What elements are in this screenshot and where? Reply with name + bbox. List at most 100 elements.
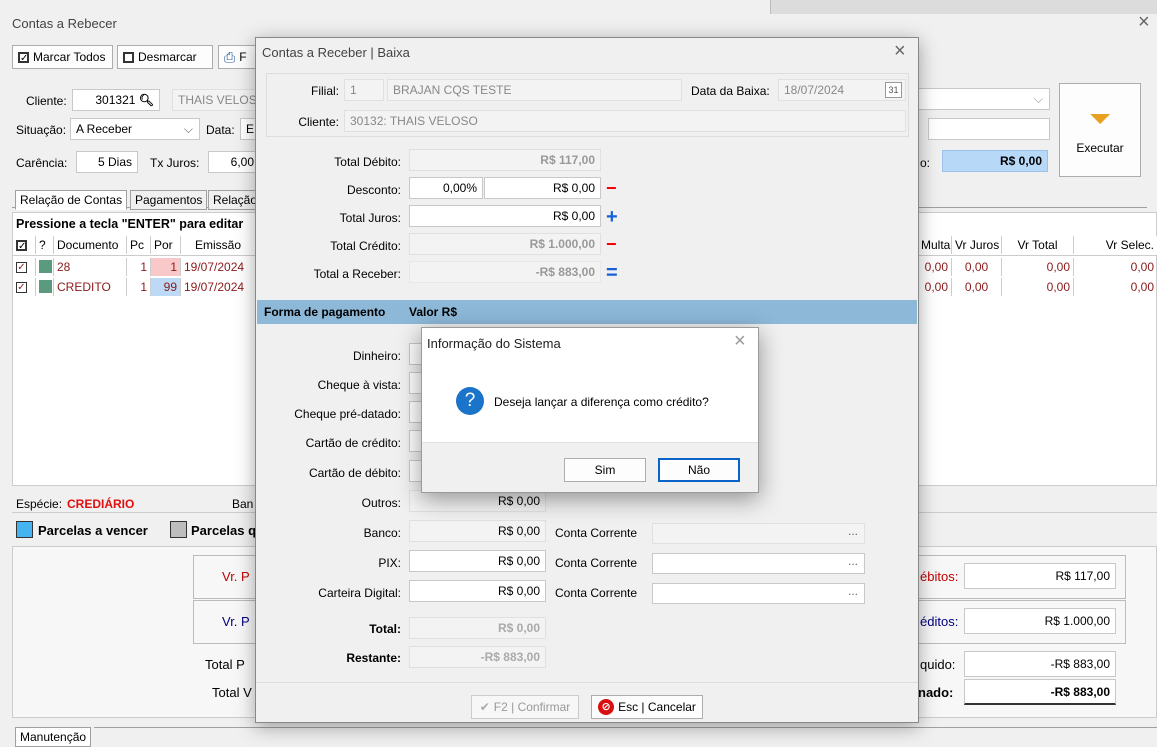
cliente-code-input[interactable]: 301321 🔍︎ xyxy=(72,89,160,111)
txjuros-input[interactable]: 6,00 xyxy=(208,151,260,173)
no-button[interactable]: Não xyxy=(658,458,740,482)
pix-input[interactable]: R$ 0,00 xyxy=(409,550,546,572)
summary-right-label-1: ébitos: xyxy=(920,569,959,584)
legend-q-label: Parcelas q xyxy=(191,523,257,538)
cartao-debito-label: Cartão de débito: xyxy=(308,466,401,480)
legend-vencer-swatch xyxy=(16,521,33,538)
pix-cc-label: Conta Corrente xyxy=(555,556,638,570)
header-vr-juros[interactable]: Vr Juros xyxy=(952,236,1002,254)
info-message: Deseja lançar a diferença como crédito? xyxy=(494,395,709,409)
cliente-label: Cliente: xyxy=(298,115,339,129)
main-close-icon[interactable]: × xyxy=(1138,11,1150,34)
mark-all-button[interactable]: ✓ Marcar Todos xyxy=(12,45,113,69)
total-creditos-field: R$ 1.000,00 xyxy=(964,608,1116,634)
row-pc: 1 xyxy=(127,258,151,276)
tab-pagamentos[interactable]: Pagamentos xyxy=(130,190,208,210)
tab-relacao[interactable]: Relação xyxy=(208,190,263,210)
total-receber-field: -R$ 883,00 xyxy=(409,261,601,283)
banco-cc-label: Conta Corrente xyxy=(555,526,638,540)
outros-label: Outros: xyxy=(361,496,401,510)
header-por[interactable]: Por xyxy=(151,236,181,254)
checkbox-checked-icon: ✓ xyxy=(16,262,27,274)
restante-field: -R$ 883,00 xyxy=(409,646,546,668)
cliente-label: Cliente: xyxy=(26,94,67,108)
cancel-button[interactable]: ⊘ Esc | Cancelar xyxy=(591,695,703,719)
table-row-right[interactable]: 0,00 0,00 0,00 0,00 xyxy=(918,278,1157,296)
mark-all-label: Marcar Todos xyxy=(33,50,106,64)
enter-hint: Pressione a tecla "ENTER" para editar xyxy=(16,217,244,231)
header-multa[interactable]: Multa xyxy=(918,236,952,254)
total-liquido-field: -R$ 883,00 xyxy=(964,651,1116,677)
print-button[interactable]: ⎙ F xyxy=(218,45,258,69)
header-vr-selec[interactable]: Vr Selec. xyxy=(1074,236,1157,254)
situacao-label: Situação: xyxy=(16,123,67,137)
right-total-value: R$ 0,00 xyxy=(942,150,1048,172)
search-icon[interactable]: 🔍︎ xyxy=(139,93,154,107)
row-total: 0,00 xyxy=(1002,278,1074,296)
confirm-button[interactable]: ✔ F2 | Confirmar xyxy=(471,695,579,719)
header-vr-total[interactable]: Vr Total xyxy=(1002,236,1074,254)
row-juros: 0,00 xyxy=(952,258,1002,276)
header-pc[interactable]: Pc xyxy=(127,236,151,254)
ellipsis-icon[interactable]: ... xyxy=(848,584,858,601)
desconto-value-input[interactable]: R$ 0,00 xyxy=(484,177,601,199)
restante-label: Restante: xyxy=(346,651,401,665)
row-status xyxy=(36,258,54,276)
cancel-icon: ⊘ xyxy=(598,699,615,715)
executar-label: Executar xyxy=(1076,141,1124,155)
yes-button[interactable]: Sim xyxy=(564,458,646,482)
calendar-icon[interactable]: 31 xyxy=(885,82,902,98)
row-checkbox[interactable]: ✓ xyxy=(13,258,36,276)
tab-manutencao[interactable]: Manutenção xyxy=(15,727,92,747)
printer-icon: ⎙ xyxy=(224,48,236,65)
table-row[interactable]: ✓ 28 1 1 19/07/2024 xyxy=(13,258,256,276)
checkbox-checked-icon: ✓ xyxy=(16,282,27,294)
pix-cc-field[interactable]: ... xyxy=(652,553,865,574)
baixa-close-icon[interactable]: × xyxy=(894,40,906,63)
summary-left-4: Total V xyxy=(212,685,252,700)
data-baixa-value: 18/07/2024 xyxy=(784,83,845,97)
right-select[interactable]: ⌵ xyxy=(918,88,1050,110)
header-check-all[interactable]: ✓ xyxy=(13,236,36,254)
carencia-input[interactable]: 5 Dias xyxy=(76,151,138,173)
banco-field: R$ 0,00 xyxy=(409,520,546,542)
cliente-field: 30132: THAIS VELOSO xyxy=(344,110,906,132)
print-label: F xyxy=(239,50,247,64)
unmark-button[interactable]: Desmarcar xyxy=(117,45,213,69)
right-input[interactable] xyxy=(928,118,1050,140)
pix-label: PIX: xyxy=(378,556,401,570)
main-title: Contas a Rebecer xyxy=(12,16,117,31)
data-label: Data: xyxy=(206,123,235,137)
row-checkbox[interactable]: ✓ xyxy=(13,278,36,296)
ellipsis-icon[interactable]: ... xyxy=(848,524,858,541)
situacao-select[interactable]: A Receber ⌵ xyxy=(70,118,200,140)
total-credito-label: Total Crédito: xyxy=(330,239,401,253)
checkbox-checked-icon: ✓ xyxy=(18,51,29,64)
header-question: ? xyxy=(36,236,54,254)
row-pc: 1 xyxy=(127,278,151,296)
row-multa: 0,00 xyxy=(918,258,952,276)
table-row[interactable]: ✓ CREDITO 1 99 19/07/2024 xyxy=(13,278,256,296)
carteira-cc-field[interactable]: ... xyxy=(652,583,865,604)
carteira-digital-input[interactable]: R$ 0,00 xyxy=(409,580,546,602)
info-close-icon[interactable]: × xyxy=(734,330,746,353)
total-debito-label: Total Débito: xyxy=(334,155,401,169)
ellipsis-icon[interactable]: ... xyxy=(848,554,858,571)
total-juros-input[interactable]: R$ 0,00 xyxy=(409,205,601,227)
banco-cc-field[interactable]: ... xyxy=(652,523,865,544)
tab-relacao-contas[interactable]: Relação de Contas xyxy=(15,190,128,210)
executar-button[interactable]: ⏷ Executar xyxy=(1059,83,1141,177)
header-documento[interactable]: Documento xyxy=(54,236,127,254)
summary-left-3: Total P xyxy=(205,657,245,672)
total-receber-label: Total a Receber: xyxy=(313,267,401,281)
carteira-cc-label: Conta Corrente xyxy=(555,586,638,600)
desconto-pct-input[interactable]: 0,00% xyxy=(409,177,483,199)
header-emissao[interactable]: Emissão xyxy=(181,236,256,254)
row-por: 1 xyxy=(151,258,181,276)
row-emissao: 19/07/2024 xyxy=(181,258,256,276)
chevron-down-icon: ⌵ xyxy=(183,122,193,136)
table-row-right[interactable]: 0,00 0,00 0,00 0,00 xyxy=(918,258,1157,276)
forma-pagamento-header: Forma de pagamento xyxy=(264,305,386,319)
right-total-label: o: xyxy=(920,156,931,170)
row-documento: CREDITO xyxy=(54,278,127,296)
